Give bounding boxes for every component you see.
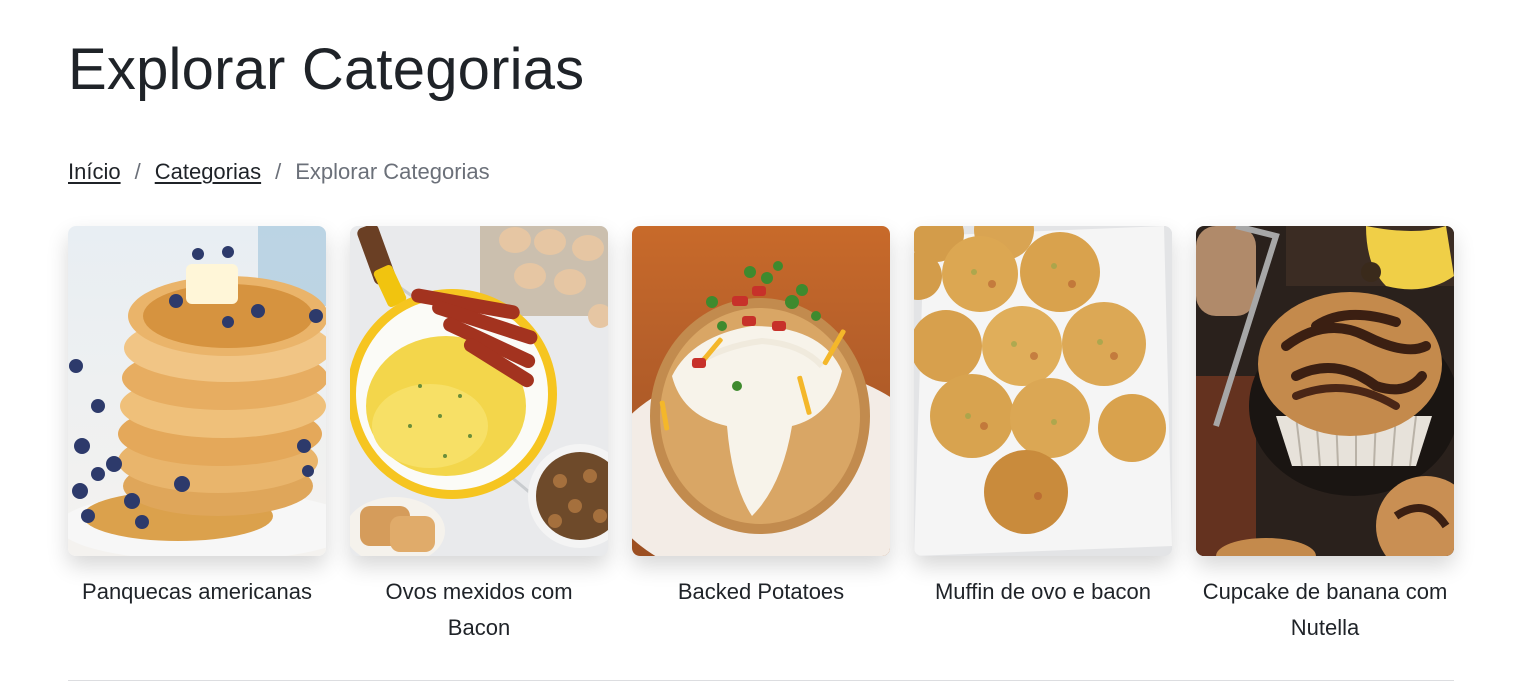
- egg-bacon-muffins-image: [914, 226, 1172, 556]
- category-label[interactable]: Backed Potatoes: [632, 574, 890, 610]
- page-title: Explorar Categorias: [68, 37, 585, 102]
- category-card-egg-bacon-muffins[interactable]: Muffin de ovo e bacon: [914, 226, 1172, 646]
- section-divider: [68, 680, 1454, 681]
- breadcrumb-separator: /: [134, 159, 141, 184]
- category-card-scrambled-eggs[interactable]: Ovos mexidos com Bacon: [350, 226, 608, 646]
- breadcrumb-link-categories[interactable]: Categorias: [155, 157, 261, 187]
- banana-nutella-cupcake-image: [1196, 226, 1454, 556]
- egg-bacon-muffins-photo[interactable]: [914, 226, 1172, 556]
- breadcrumb-current: Explorar Categorias: [295, 159, 490, 184]
- scrambled-eggs-bacon-photo[interactable]: [350, 226, 608, 556]
- breadcrumb-separator: /: [275, 159, 282, 184]
- category-label[interactable]: Ovos mexidos com Bacon: [350, 574, 608, 646]
- baked-potato-image: [632, 226, 890, 556]
- banana-nutella-cupcake-photo[interactable]: [1196, 226, 1454, 556]
- category-card-baked-potatoes[interactable]: Backed Potatoes: [632, 226, 890, 646]
- breadcrumb-link-home[interactable]: Início: [68, 157, 121, 187]
- category-label[interactable]: Cupcake de banana com Nutella: [1196, 574, 1454, 646]
- scrambled-eggs-image: [350, 226, 608, 556]
- page: Explorar Categorias Início / Categorias …: [0, 0, 1519, 682]
- category-label[interactable]: Muffin de ovo e bacon: [914, 574, 1172, 610]
- pancakes-photo[interactable]: [68, 226, 326, 556]
- category-card-banana-nutella-cupcake[interactable]: Cupcake de banana com Nutella: [1196, 226, 1454, 646]
- category-label[interactable]: Panquecas americanas: [68, 574, 326, 610]
- category-card-pancakes[interactable]: Panquecas americanas: [68, 226, 326, 646]
- pancakes-image: [68, 226, 326, 556]
- category-grid: Panquecas americanas Ovos mexidos com Ba…: [68, 226, 1454, 646]
- baked-potato-photo[interactable]: [632, 226, 890, 556]
- breadcrumb: Início / Categorias / Explorar Categoria…: [68, 157, 490, 187]
